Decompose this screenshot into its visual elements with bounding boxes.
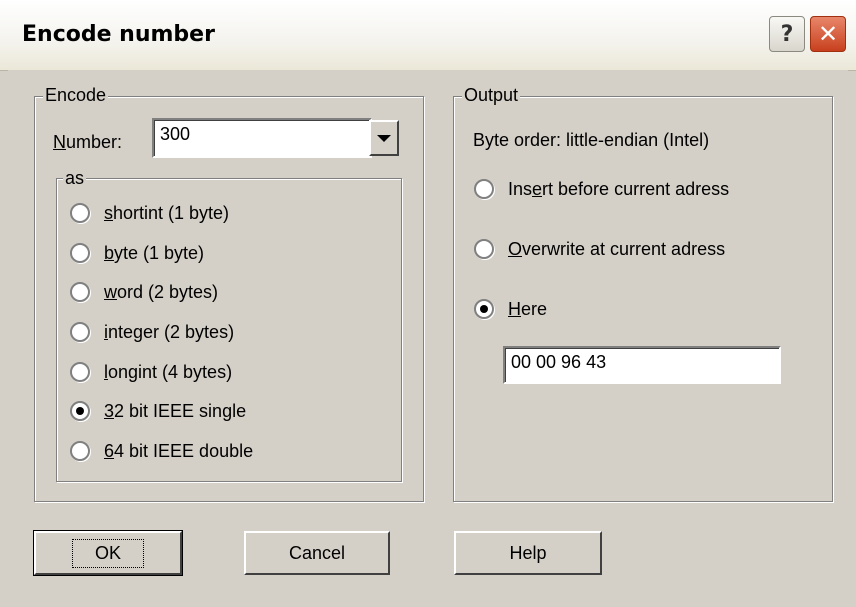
radio-label: 64 bit IEEE double — [104, 441, 253, 462]
cancel-button[interactable]: Cancel — [244, 531, 390, 575]
radio-text: Ins — [508, 178, 533, 199]
output-legend: Output — [462, 85, 521, 106]
here-value: 00 00 96 43 — [511, 352, 607, 372]
radio-mnemonic: b — [104, 242, 115, 263]
encode-number-dialog: Encode number ? ✕ Encode Number: 300 as … — [0, 0, 856, 607]
radio-circle-checked — [474, 299, 494, 319]
radio-label: 32 bit IEEE single — [104, 401, 246, 422]
number-combobox[interactable]: 300 — [152, 118, 372, 158]
number-dropdown-button[interactable] — [369, 120, 399, 156]
radio-mnemonic: w — [104, 281, 117, 302]
radio-text: ere — [521, 298, 548, 319]
radio-text: hortint (1 byte) — [113, 202, 230, 223]
radio-text: 4 bit IEEE double — [114, 440, 254, 461]
dialog-client-area: Encode Number: 300 as shortint (1 byte) … — [8, 70, 848, 600]
ok-label: OK — [71, 538, 144, 568]
radio-word[interactable]: word (2 bytes) — [70, 279, 218, 305]
radio-mnemonic: H — [508, 298, 521, 319]
radio-longint[interactable]: longint (4 bytes) — [70, 359, 232, 385]
radio-integer[interactable]: integer (2 bytes) — [70, 319, 234, 345]
radio-circle — [70, 441, 90, 461]
radio-byte[interactable]: byte (1 byte) — [70, 240, 204, 266]
help-label: Help — [509, 542, 547, 563]
radio-label: Here — [508, 299, 547, 320]
radio-circle — [70, 362, 90, 382]
chevron-down-icon — [377, 134, 391, 142]
encode-legend: Encode — [43, 85, 109, 106]
cancel-label: Cancel — [288, 542, 346, 563]
radio-insert-before[interactable]: Insert before current adress — [474, 176, 729, 202]
radio-text: yte (1 byte) — [114, 242, 205, 263]
radio-mnemonic: 6 — [104, 440, 115, 461]
close-icon[interactable]: ✕ — [810, 16, 846, 52]
number-label-rest: umber: — [66, 132, 123, 152]
radio-text: nteger (2 bytes) — [108, 321, 235, 342]
radio-label: byte (1 byte) — [104, 243, 204, 264]
radio-text: rt before current adress — [542, 178, 730, 199]
radio-label: shortint (1 byte) — [104, 203, 229, 224]
radio-32bit-ieee-single[interactable]: 32 bit IEEE single — [70, 398, 246, 424]
title-bar[interactable]: Encode number ? ✕ — [0, 0, 856, 71]
radio-64bit-ieee-double[interactable]: 64 bit IEEE double — [70, 438, 253, 464]
radio-circle — [474, 179, 494, 199]
radio-label: integer (2 bytes) — [104, 322, 234, 343]
radio-shortint[interactable]: shortint (1 byte) — [70, 200, 229, 226]
radio-circle-checked — [70, 401, 90, 421]
radio-overwrite[interactable]: Overwrite at current adress — [474, 236, 725, 262]
radio-mnemonic: 3 — [104, 400, 115, 421]
help-question-icon[interactable]: ? — [769, 16, 805, 52]
radio-mnemonic: s — [104, 202, 113, 223]
radio-text: 2 bit IEEE single — [114, 400, 247, 421]
radio-here[interactable]: Here — [474, 296, 547, 322]
as-legend: as — [63, 168, 87, 189]
radio-mnemonic: e — [532, 178, 543, 199]
window-title: Encode number — [22, 22, 215, 47]
radio-text: ord (2 bytes) — [117, 281, 219, 302]
radio-label: word (2 bytes) — [104, 282, 218, 303]
help-button[interactable]: Help — [454, 531, 602, 575]
ok-button[interactable]: OK — [33, 530, 183, 576]
radio-text: ongint (4 bytes) — [108, 361, 233, 382]
radio-circle — [474, 239, 494, 259]
radio-label: Insert before current adress — [508, 179, 729, 200]
radio-label: longint (4 bytes) — [104, 362, 232, 383]
here-value-field[interactable]: 00 00 96 43 — [503, 346, 781, 384]
radio-circle — [70, 203, 90, 223]
number-value: 300 — [160, 124, 191, 144]
number-label-mnemonic: N — [53, 132, 66, 152]
radio-circle — [70, 282, 90, 302]
number-label: Number: — [53, 132, 122, 153]
byte-order-label: Byte order: little-endian (Intel) — [473, 130, 710, 150]
radio-label: Overwrite at current adress — [508, 239, 725, 260]
radio-mnemonic: O — [508, 238, 523, 259]
radio-circle — [70, 243, 90, 263]
radio-text: verwrite at current adress — [522, 238, 726, 259]
radio-circle — [70, 322, 90, 342]
